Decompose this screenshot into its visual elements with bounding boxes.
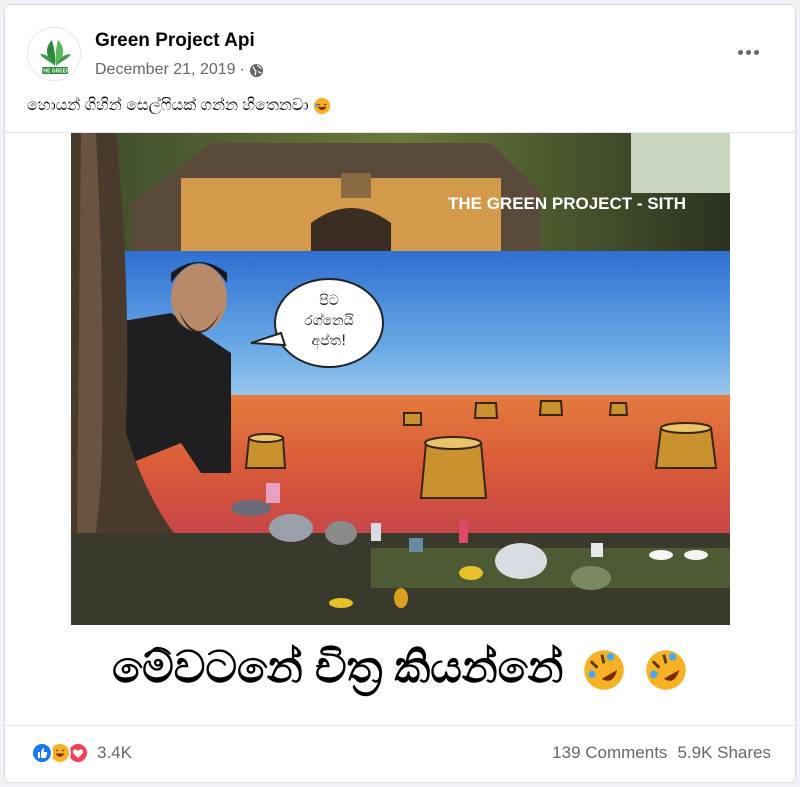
shares-count-link[interactable]: 5.9K Shares xyxy=(677,743,771,763)
post-image-caption: මේවටනේ චිත්‍ර කියන්නේ xyxy=(5,643,795,693)
green-leaf-logo-icon: THE GREEN xyxy=(28,28,80,80)
rolling-laughing-emoji-icon xyxy=(583,650,624,691)
more-options-icon xyxy=(737,49,743,55)
mural-photo: THE GREEN PROJECT - SITH පිට රග්නෙයි අප්… xyxy=(71,133,730,625)
post-date-link[interactable]: December 21, 2019 xyxy=(95,61,236,79)
post-caption: හොයන් ගිහින් සෙල්ෆියක් ගන්න හිතෙනවා xyxy=(27,97,331,115)
bubble-line-3: අප්ත! xyxy=(311,333,346,350)
page-avatar[interactable]: THE GREEN xyxy=(27,27,81,81)
post-meta: December 21, 2019 · xyxy=(95,61,264,79)
laughing-emoji-icon xyxy=(313,97,330,115)
caption-text: හොයන් ගිහින් සෙල්ෆියක් ගන්න හිතෙනවා xyxy=(27,97,309,114)
post-header: THE GREEN Green Project Api December 21,… xyxy=(27,27,775,89)
globe-icon[interactable] xyxy=(249,63,264,78)
like-icon xyxy=(31,742,53,764)
avatar-logo-text: THE GREEN xyxy=(40,69,70,75)
more-options-button[interactable] xyxy=(731,37,765,67)
photo-watermark: THE GREEN PROJECT - SITH xyxy=(448,194,686,213)
reactions-summary[interactable]: 3.4K xyxy=(31,742,132,764)
bubble-line-1: පිට xyxy=(319,293,339,309)
engagement-stats: 139 Comments 5.9K Shares xyxy=(552,743,771,763)
reaction-count[interactable]: 3.4K xyxy=(97,743,132,763)
rolling-laughing-emoji-icon xyxy=(646,650,686,691)
image-caption-text: මේවටනේ චිත්‍ර කියන්නේ xyxy=(112,643,564,692)
page-name-link[interactable]: Green Project Api xyxy=(95,30,255,52)
comments-count-link[interactable]: 139 Comments xyxy=(552,743,667,763)
post-image-area: THE GREEN PROJECT - SITH පිට රග්නෙයි අප්… xyxy=(5,133,795,725)
post-photo[interactable]: THE GREEN PROJECT - SITH පිට රග්නෙයි අප්… xyxy=(71,133,730,625)
post-footer: 3.4K 139 Comments 5.9K Shares xyxy=(31,735,771,771)
footer-divider xyxy=(5,725,795,726)
meta-separator: · xyxy=(239,61,245,78)
post-card: THE GREEN Green Project Api December 21,… xyxy=(4,4,796,783)
bubble-line-2: රග්නෙයි xyxy=(304,313,354,329)
